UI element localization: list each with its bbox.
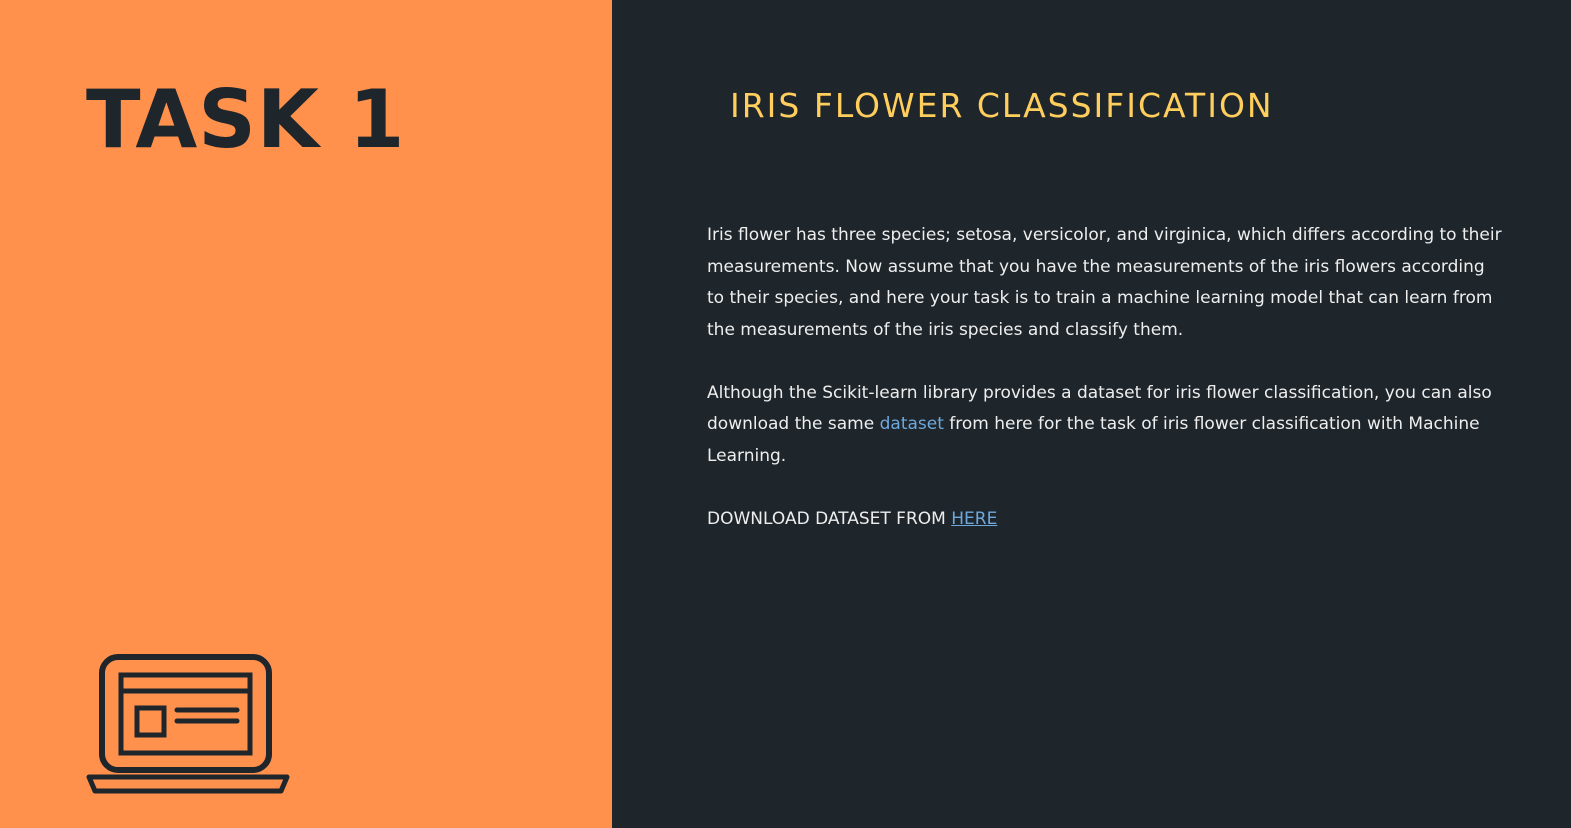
- section-title: IRIS FLOWER CLASSIFICATION: [730, 86, 1274, 125]
- download-label: DOWNLOAD DATASET FROM: [707, 508, 952, 529]
- download-line: DOWNLOAD DATASET FROM HERE: [707, 504, 1502, 536]
- dataset-link[interactable]: dataset: [880, 414, 944, 434]
- download-here-link[interactable]: HERE: [951, 509, 997, 529]
- laptop-icon: [86, 654, 290, 794]
- dataset-paragraph: Although the Scikit-learn library provid…: [707, 378, 1502, 473]
- left-panel: TASK 1: [0, 0, 612, 828]
- content-body: Iris flower has three species; setosa, v…: [707, 220, 1502, 567]
- right-panel: IRIS FLOWER CLASSIFICATION Iris flower h…: [612, 0, 1571, 828]
- description-paragraph: Iris flower has three species; setosa, v…: [707, 225, 1502, 340]
- task-title: TASK 1: [86, 73, 406, 166]
